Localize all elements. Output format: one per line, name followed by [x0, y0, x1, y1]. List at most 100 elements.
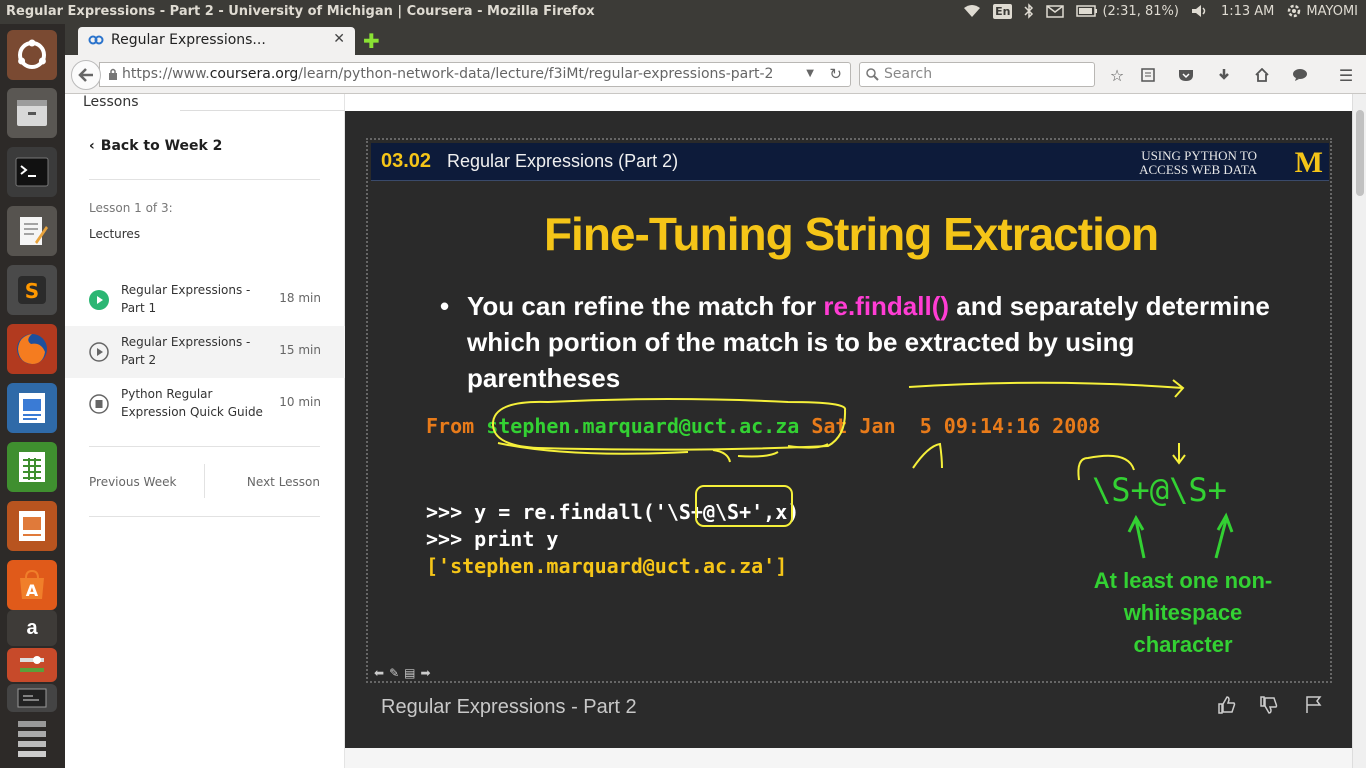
flag-icon [1306, 696, 1322, 713]
url-dropdown-icon[interactable]: ▼ [806, 68, 814, 79]
lesson-title: Regular Expressions - Part 1 [121, 283, 251, 315]
thumbs-up-icon [1218, 696, 1236, 714]
slide-header: 03.02 Regular Expressions (Part 2) USING… [371, 143, 1329, 181]
trash-icon[interactable] [7, 714, 57, 764]
workspace-switcher-icon[interactable] [7, 684, 57, 712]
bluetooth-icon[interactable] [1024, 3, 1034, 19]
lessons-tab[interactable]: Lessons [65, 94, 180, 111]
url-bar[interactable]: https://www.coursera.org/learn/python-ne… [99, 62, 851, 87]
code-output: ['stephen.marquard@uct.ac.za'] [426, 554, 788, 578]
pocket-icon[interactable] [1176, 65, 1196, 85]
previous-week-link[interactable]: Previous Week [89, 475, 176, 489]
ubuntu-dash-icon[interactable] [7, 30, 57, 80]
bookmark-star-icon[interactable]: ☆ [1107, 65, 1127, 85]
lock-icon[interactable] [108, 68, 118, 84]
reload-icon[interactable]: ↻ [829, 65, 842, 83]
coursera-favicon-icon [88, 34, 104, 50]
next-slide-icon[interactable]: ➡ [420, 666, 430, 680]
lesson-item-quick-guide[interactable]: Python Regular Expression Quick Guide 10… [65, 378, 345, 430]
libreoffice-calc-icon[interactable] [7, 442, 57, 492]
page-content: Lessons ‹ Back to Week 2 Lesson 1 of 3: L… [65, 94, 1352, 768]
tab-title: Regular Expressions... [111, 32, 266, 48]
scrollbar-thumb[interactable] [1356, 110, 1364, 196]
search-icon [866, 68, 879, 85]
slide-controls: ⬅ ✎ ▤ ➡ [374, 666, 431, 680]
indicator-area: En (2:31, 81%) 1:13 AM MAYOMI [963, 3, 1358, 19]
amazon-icon[interactable]: a [7, 610, 57, 646]
search-placeholder: Search [884, 66, 933, 82]
divider [89, 179, 320, 180]
libreoffice-writer-icon[interactable] [7, 383, 57, 433]
bullet-dot: • [440, 291, 450, 321]
svg-text:S: S [25, 279, 39, 303]
email-highlight: stephen.marquard@uct.ac.za [486, 414, 800, 438]
thumbs-down-icon [1260, 696, 1278, 714]
menu-icon[interactable]: ☰ [1336, 65, 1356, 85]
mail-icon[interactable] [1046, 4, 1065, 18]
reading-list-icon[interactable] [1138, 65, 1158, 85]
video-player[interactable]: 03.02 Regular Expressions (Part 2) USING… [345, 111, 1352, 748]
keyboard-layout-indicator[interactable]: En [993, 3, 1013, 19]
page-scrollbar[interactable] [1352, 94, 1366, 768]
pen-icon[interactable]: ✎ [389, 666, 399, 680]
chat-icon[interactable] [1290, 65, 1310, 85]
lesson-duration: 18 min [279, 291, 321, 305]
like-button[interactable] [1213, 691, 1241, 719]
lesson-item-part-1[interactable]: Regular Expressions - Part 1 18 min [65, 274, 345, 326]
lesson-duration: 10 min [279, 395, 321, 409]
launcher: S A a [0, 24, 65, 768]
files-icon[interactable] [7, 88, 57, 138]
back-to-week-link[interactable]: ‹ Back to Week 2 [89, 138, 222, 154]
lesson-title: Python Regular Expression Quick Guide [121, 387, 263, 419]
michigan-logo: M [1294, 146, 1323, 179]
slide-title: Fine-Tuning String Extraction [543, 208, 1159, 260]
navigation-bar: https://www.coursera.org/learn/python-ne… [65, 55, 1366, 94]
divider [204, 464, 205, 498]
slides-menu-icon[interactable]: ▤ [404, 666, 415, 680]
software-center-icon[interactable]: A [7, 560, 57, 610]
system-settings-icon[interactable] [7, 648, 57, 682]
code-line: >>> y = re.findall('\S+@\S+',x) [426, 500, 800, 524]
slide-number: 03.02 [381, 150, 432, 172]
search-bar[interactable]: Search [859, 62, 1095, 87]
report-flag-button[interactable] [1300, 691, 1328, 719]
new-tab-button[interactable]: ✚ [363, 29, 380, 53]
window-title: Regular Expressions - Part 2 - Universit… [6, 4, 595, 19]
next-lesson-link[interactable]: Next Lesson [247, 475, 320, 489]
home-icon[interactable] [1252, 65, 1272, 85]
close-tab-icon[interactable]: ✕ [333, 31, 345, 47]
battery-indicator[interactable]: (2:31, 81%) [1076, 4, 1179, 19]
gear-icon [1288, 4, 1301, 18]
back-button[interactable] [71, 60, 101, 90]
terminal-icon[interactable] [7, 147, 57, 197]
text-editor-icon[interactable] [7, 206, 57, 256]
tab-underline [180, 110, 345, 111]
play-icon [89, 342, 109, 362]
top-panel: Regular Expressions - Part 2 - Universit… [0, 0, 1366, 24]
clock[interactable]: 1:13 AM [1221, 4, 1274, 19]
libreoffice-impress-icon[interactable] [7, 501, 57, 551]
firefox-icon[interactable] [7, 324, 57, 374]
reading-icon [89, 394, 109, 414]
prev-slide-icon[interactable]: ⬅ [374, 666, 384, 680]
wifi-icon[interactable] [963, 4, 981, 18]
regex-pattern: \S+@\S+ [1092, 471, 1227, 509]
regex-note: At least one non-whitespace character [1093, 568, 1273, 657]
browser-tab[interactable]: Regular Expressions... ✕ [78, 27, 355, 55]
downloads-icon[interactable] [1214, 65, 1234, 85]
page-bottom [345, 748, 1352, 768]
findall-highlight: re.findall() [823, 291, 950, 321]
lesson-title: Regular Expressions - Part 2 [121, 335, 251, 367]
lesson-duration: 15 min [279, 343, 321, 357]
session-menu[interactable]: MAYOMI [1286, 3, 1358, 19]
lecture-slide: 03.02 Regular Expressions (Part 2) USING… [366, 138, 1332, 683]
tab-strip: Regular Expressions... ✕ ✚ [65, 24, 1366, 55]
lesson-item-part-2[interactable]: Regular Expressions - Part 2 15 min [65, 326, 345, 378]
sublime-text-icon[interactable]: S [7, 265, 57, 315]
dislike-button[interactable] [1255, 691, 1283, 719]
user-name: MAYOMI [1306, 3, 1358, 19]
lesson-counter: Lesson 1 of 3: [89, 201, 173, 215]
lessons-sidebar: Lessons ‹ Back to Week 2 Lesson 1 of 3: L… [65, 94, 345, 768]
battery-text: (2:31, 81%) [1102, 3, 1179, 19]
volume-icon[interactable] [1191, 4, 1209, 18]
